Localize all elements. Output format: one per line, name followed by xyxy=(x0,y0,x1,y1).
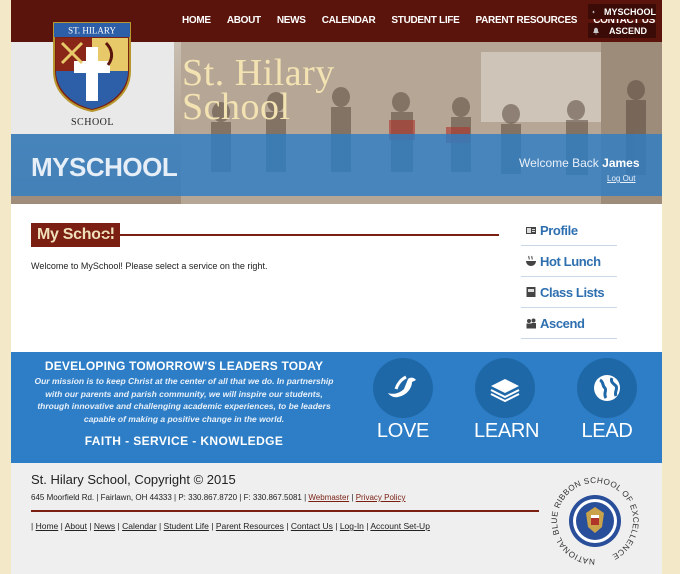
crest-banner-text: ST. HILARY xyxy=(68,26,116,36)
footer-link-about[interactable]: About xyxy=(65,521,87,531)
food-bowl-icon xyxy=(526,255,536,266)
footer-link-contact-us[interactable]: Contact Us xyxy=(291,521,333,531)
nav-home[interactable]: HOME xyxy=(174,0,219,42)
people-icon xyxy=(526,318,536,329)
mission-tagline: FAITH - SERVICE - KNOWLEDGE xyxy=(84,434,284,448)
nav-calendar[interactable]: CALENDAR xyxy=(314,0,384,42)
service-class-lists-label: Class Lists xyxy=(540,284,605,300)
ascend-label: ASCEND xyxy=(609,25,648,36)
blue-ribbon-award-logo: NATIONAL BLUE RIBBON SCHOOL OF EXCELLENC… xyxy=(550,476,640,566)
dove-icon xyxy=(388,375,416,398)
footer-link-student-life[interactable]: Student Life xyxy=(164,521,209,531)
intro-text: Welcome to MySchool! Please select a ser… xyxy=(31,261,268,271)
ascend-button[interactable]: ASCEND xyxy=(588,23,656,38)
pillar-lead-circle xyxy=(577,358,637,418)
book-icon xyxy=(490,379,520,403)
pillar-love[interactable]: LOVE xyxy=(372,358,434,443)
footer-divider xyxy=(31,510,539,512)
address-line: 645 Moorfield Rd. | Fairlawn, OH 44333 |… xyxy=(31,493,406,502)
utility-links: MYSCHOOL ASCEND xyxy=(588,4,656,42)
crest-caption: SCHOOL xyxy=(70,117,114,128)
footer-link-calendar[interactable]: Calendar xyxy=(122,521,157,531)
nav-student-life[interactable]: STUDENT LIFE xyxy=(383,0,467,42)
footer-link-parent-resources[interactable]: Parent Resources xyxy=(216,521,284,531)
mission-title: DEVELOPING TOMORROW'S LEADERS TODAY xyxy=(44,359,324,373)
nav-about[interactable]: ABOUT xyxy=(219,0,269,42)
pillar-love-circle xyxy=(373,358,433,418)
school-name-title: St. Hilary School xyxy=(182,52,335,128)
pillar-learn[interactable]: LEARN xyxy=(474,358,540,443)
bell-icon xyxy=(592,10,595,13)
logout-link[interactable]: Log Out xyxy=(607,174,635,183)
mission-text: Our mission is to keep Christ at the cen… xyxy=(34,376,334,424)
pillar-love-label: LOVE xyxy=(376,420,430,442)
webmaster-link[interactable]: Webmaster xyxy=(308,493,349,502)
pillar-learn-circle xyxy=(475,358,535,418)
page-title: MYSCHOOL xyxy=(31,152,178,182)
nav-parent-resources[interactable]: PARENT RESOURCES xyxy=(467,0,585,42)
service-hot-lunch[interactable]: Hot Lunch xyxy=(521,246,617,277)
bell-icon xyxy=(593,27,599,34)
book-icon xyxy=(526,287,536,297)
footer-links: | Home | About | News | Calendar | Stude… xyxy=(31,521,430,531)
nav-news[interactable]: NEWS xyxy=(269,0,314,42)
copyright-text: St. Hilary School, Copyright © 2015 xyxy=(31,472,236,487)
profile-icon xyxy=(526,227,536,234)
service-hot-lunch-label: Hot Lunch xyxy=(540,253,601,269)
footer-link-login[interactable]: Log-In xyxy=(340,521,364,531)
school-crest-logo[interactable]: ST. HILARY xyxy=(52,21,132,113)
myschool-button[interactable]: MYSCHOOL xyxy=(588,4,656,19)
service-ascend[interactable]: Ascend xyxy=(521,308,617,339)
welcome-prefix: Welcome Back xyxy=(519,156,599,170)
footer-link-account-setup[interactable]: Account Set-Up xyxy=(370,521,430,531)
pillar-lead[interactable]: LEAD xyxy=(576,358,638,443)
section-divider xyxy=(100,234,499,236)
welcome-message: Welcome Back James xyxy=(519,156,640,170)
address-text: 645 Moorfield Rd. | Fairlawn, OH 44333 |… xyxy=(31,493,307,502)
footer-link-news[interactable]: News xyxy=(94,521,115,531)
user-name: James xyxy=(602,156,640,170)
pillar-learn-label: LEARN xyxy=(474,420,540,442)
service-profile[interactable]: Profile xyxy=(521,215,617,246)
service-list: Profile Hot Lunch Class Lists Ascend xyxy=(521,215,617,339)
service-profile-label: Profile xyxy=(540,222,578,238)
pillar-lead-label: LEAD xyxy=(581,420,633,442)
globe-icon xyxy=(594,375,620,401)
myschool-label: MYSCHOOL xyxy=(603,6,656,17)
service-ascend-label: Ascend xyxy=(540,315,585,331)
privacy-policy-link[interactable]: Privacy Policy xyxy=(356,493,406,502)
footer-link-home[interactable]: Home xyxy=(36,521,59,531)
service-class-lists[interactable]: Class Lists xyxy=(521,277,617,308)
